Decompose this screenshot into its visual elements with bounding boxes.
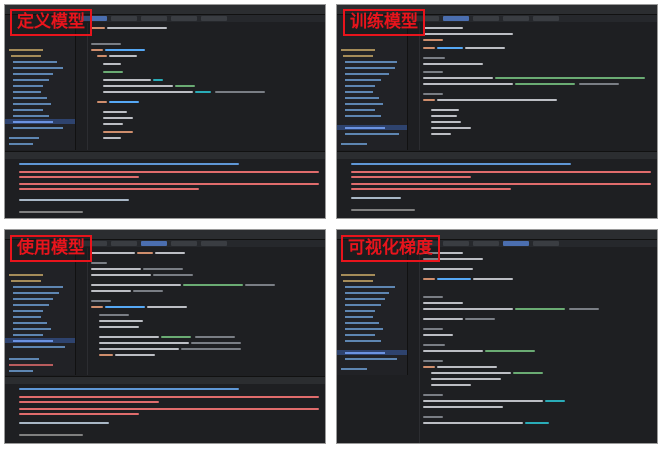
editor-tab[interactable] (201, 16, 227, 21)
code-editor[interactable] (409, 248, 655, 443)
editor-tab[interactable] (201, 241, 227, 246)
caption-define-model: 定义模型 (10, 9, 92, 36)
run-panel-header[interactable] (5, 376, 325, 384)
run-panel-header[interactable] (5, 151, 325, 159)
editor-tab[interactable] (443, 16, 469, 21)
caption-train-model: 训练模型 (343, 9, 425, 36)
run-console (5, 384, 325, 443)
code-editor[interactable] (409, 23, 655, 150)
run-panel-header[interactable] (337, 151, 657, 159)
run-console (5, 159, 325, 218)
code-editor[interactable] (77, 248, 323, 375)
editor-tab[interactable] (171, 16, 197, 21)
editor-tab[interactable] (111, 241, 137, 246)
editor-tab[interactable] (141, 241, 167, 246)
editor-tab-bar[interactable] (409, 240, 657, 247)
line-gutter (77, 23, 88, 150)
line-gutter (409, 248, 420, 443)
editor-tab[interactable] (443, 241, 469, 246)
editor-tab[interactable] (473, 16, 499, 21)
editor-tab[interactable] (473, 241, 499, 246)
screenshot-define-model (4, 4, 326, 219)
editor-tab-bar[interactable] (409, 15, 657, 22)
line-gutter (409, 23, 420, 150)
editor-tab[interactable] (171, 241, 197, 246)
screenshot-train-model (336, 4, 658, 219)
code-editor[interactable] (77, 23, 323, 150)
editor-tab[interactable] (111, 16, 137, 21)
editor-tab-bar[interactable] (77, 240, 325, 247)
editor-tab[interactable] (503, 241, 529, 246)
editor-tab[interactable] (141, 16, 167, 21)
editor-tab-bar[interactable] (77, 15, 325, 22)
editor-tab[interactable] (503, 16, 529, 21)
editor-tab[interactable] (533, 241, 559, 246)
run-console (337, 159, 657, 218)
line-gutter (77, 248, 88, 375)
caption-use-model: 使用模型 (10, 235, 92, 262)
editor-tab[interactable] (533, 16, 559, 21)
caption-visualize-gradients: 可视化梯度 (341, 235, 440, 262)
